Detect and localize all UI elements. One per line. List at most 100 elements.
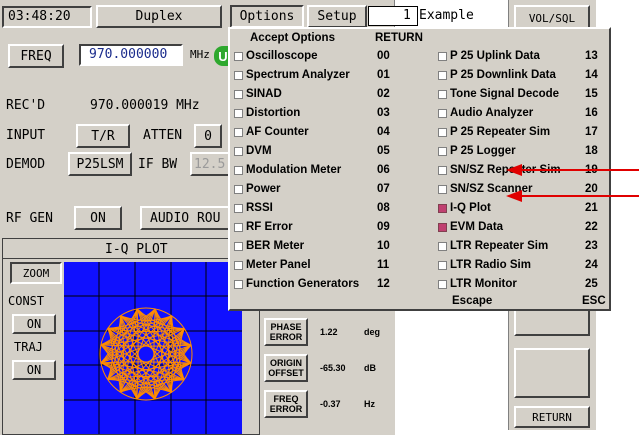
menu-item[interactable]: Meter Panel bbox=[234, 256, 311, 274]
measurement-value: -0.37 bbox=[320, 399, 341, 409]
atten-button[interactable]: 0 bbox=[194, 124, 222, 148]
menu-item-label: Power bbox=[246, 183, 281, 195]
checkbox[interactable] bbox=[234, 70, 243, 80]
checkbox[interactable] bbox=[438, 203, 447, 213]
rfgen-button[interactable]: ON bbox=[74, 206, 122, 230]
checkbox[interactable] bbox=[438, 222, 447, 232]
checkbox[interactable] bbox=[438, 127, 447, 137]
demod-button[interactable]: P25LSM bbox=[68, 152, 132, 176]
menu-item-code: 16 bbox=[585, 107, 598, 119]
menu-item[interactable]: AF Counter bbox=[234, 123, 309, 141]
menu-item[interactable]: I-Q Plot bbox=[438, 199, 491, 217]
menu-item[interactable]: LTR Repeater Sim bbox=[438, 237, 548, 255]
measurement-button[interactable]: ORIGIN OFFSET bbox=[264, 354, 308, 382]
menu-item[interactable]: DVM bbox=[234, 142, 272, 160]
checkbox[interactable] bbox=[438, 184, 447, 194]
menu-item[interactable]: LTR Radio Sim bbox=[438, 256, 531, 274]
audio-route-button[interactable]: AUDIO ROU bbox=[140, 206, 230, 230]
checkbox[interactable] bbox=[234, 203, 243, 213]
menu-item[interactable]: RF Error bbox=[234, 218, 293, 236]
checkbox[interactable] bbox=[234, 51, 243, 61]
annotation-arrows bbox=[506, 164, 639, 202]
menu-item-label: AF Counter bbox=[246, 126, 309, 138]
recd-value: 970.000019 MHz bbox=[90, 98, 200, 113]
traj-label: TRAJ bbox=[14, 340, 43, 354]
menu-item-label: Spectrum Analyzer bbox=[246, 69, 350, 81]
menu-item[interactable]: SINAD bbox=[234, 85, 282, 103]
zoom-button[interactable]: ZOOM bbox=[10, 262, 62, 284]
menu-item[interactable]: BER Meter bbox=[234, 237, 304, 255]
arrow-1 bbox=[506, 164, 639, 176]
checkbox[interactable] bbox=[438, 146, 447, 156]
menu-item-code: 00 bbox=[377, 50, 390, 62]
menu-item-code: 01 bbox=[377, 69, 390, 81]
checkbox[interactable] bbox=[438, 70, 447, 80]
measurement-button[interactable]: FREQ ERROR bbox=[264, 390, 308, 418]
right-soft-button-2[interactable] bbox=[514, 348, 590, 398]
menu-item-label: P 25 Downlink Data bbox=[450, 69, 556, 81]
return-button[interactable]: RETURN bbox=[514, 406, 590, 428]
const-button[interactable]: ON bbox=[12, 314, 56, 334]
freq-button[interactable]: FREQ bbox=[8, 44, 64, 68]
checkbox[interactable] bbox=[234, 127, 243, 137]
menu-item[interactable]: Spectrum Analyzer bbox=[234, 66, 350, 84]
menu-item[interactable]: EVM Data bbox=[438, 218, 503, 236]
traj-button[interactable]: ON bbox=[12, 360, 56, 380]
menu-item[interactable]: P 25 Uplink Data bbox=[438, 47, 540, 65]
input-button[interactable]: T/R bbox=[76, 124, 130, 148]
setup-button[interactable]: Setup bbox=[307, 5, 367, 28]
menu-item[interactable]: P 25 Repeater Sim bbox=[438, 123, 550, 141]
menu-item[interactable]: Tone Signal Decode bbox=[438, 85, 559, 103]
menu-item-label: I-Q Plot bbox=[450, 202, 491, 214]
checkbox[interactable] bbox=[438, 279, 447, 289]
menu-item[interactable]: Oscilloscope bbox=[234, 47, 318, 65]
menu-item[interactable]: Audio Analyzer bbox=[438, 104, 533, 122]
checkbox[interactable] bbox=[234, 222, 243, 232]
menu-item-label: Meter Panel bbox=[246, 259, 311, 271]
duplex-button[interactable]: Duplex bbox=[96, 5, 222, 28]
checkbox[interactable] bbox=[234, 165, 243, 175]
menu-item-label: Tone Signal Decode bbox=[450, 88, 560, 100]
checkbox[interactable] bbox=[438, 108, 447, 118]
menu-item-code: 15 bbox=[585, 88, 598, 100]
return-item[interactable]: RETURN bbox=[375, 32, 423, 44]
checkbox[interactable] bbox=[234, 184, 243, 194]
menu-item[interactable]: P 25 Downlink Data bbox=[438, 66, 556, 84]
menu-item-code: 17 bbox=[585, 126, 598, 138]
accept-options[interactable]: Accept Options bbox=[250, 29, 335, 47]
menu-item-label: RF Error bbox=[246, 221, 293, 233]
measurement-value: 1.22 bbox=[320, 327, 338, 337]
menu-item[interactable]: RSSI bbox=[234, 199, 273, 217]
checkbox[interactable] bbox=[438, 260, 447, 270]
measurement-unit: deg bbox=[364, 327, 381, 337]
menu-item[interactable]: Distortion bbox=[234, 104, 300, 122]
checkbox[interactable] bbox=[438, 51, 447, 61]
checkbox[interactable] bbox=[234, 108, 243, 118]
menu-item-label: BER Meter bbox=[246, 240, 305, 252]
menu-item-code: 09 bbox=[377, 221, 390, 233]
menu-item-label: RSSI bbox=[246, 202, 273, 214]
menu-item-label: Function Generators bbox=[246, 278, 360, 290]
options-button[interactable]: Options bbox=[230, 5, 304, 28]
menu-item[interactable]: Power bbox=[234, 180, 281, 198]
measurement-value: -65.30 bbox=[320, 363, 346, 373]
checkbox[interactable] bbox=[438, 241, 447, 251]
checkbox[interactable] bbox=[438, 89, 447, 99]
checkbox[interactable] bbox=[234, 260, 243, 270]
checkbox[interactable] bbox=[234, 89, 243, 99]
menu-item[interactable]: Modulation Meter bbox=[234, 161, 341, 179]
escape-item[interactable]: Escape bbox=[452, 292, 492, 310]
measurement-unit: Hz bbox=[364, 399, 375, 409]
menu-item[interactable]: Function Generators bbox=[234, 275, 359, 293]
menu-item-label: DVM bbox=[246, 145, 272, 157]
checkbox[interactable] bbox=[234, 146, 243, 156]
checkbox[interactable] bbox=[234, 241, 243, 251]
checkbox[interactable] bbox=[234, 279, 243, 289]
menu-item-label: LTR Radio Sim bbox=[450, 259, 531, 271]
ifbw-button[interactable]: 12.5 bbox=[190, 152, 230, 176]
iq-plot bbox=[64, 262, 242, 434]
menu-item[interactable]: LTR Monitor bbox=[438, 275, 517, 293]
measurement-button[interactable]: PHASE ERROR bbox=[264, 318, 308, 346]
checkbox[interactable] bbox=[438, 165, 447, 175]
menu-item-code: 06 bbox=[377, 164, 390, 176]
